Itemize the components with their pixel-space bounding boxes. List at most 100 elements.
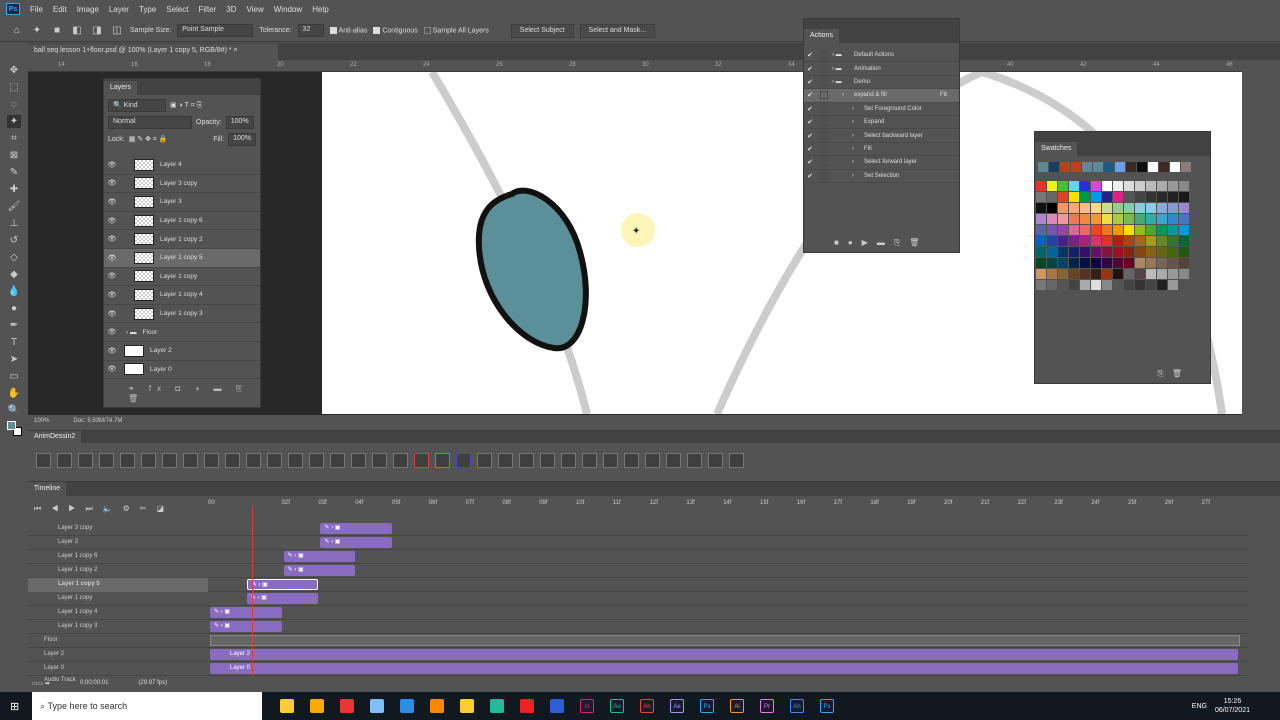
timeline-track[interactable]: Layer 0 Layer 0 xyxy=(28,662,1248,676)
document-tab[interactable]: ball seq lesson 1+floor.psd @ 100% (Laye… xyxy=(28,44,278,60)
hand-tool-icon[interactable]: ✋ xyxy=(7,387,21,400)
layer-clip[interactable]: ✎ › ▣ xyxy=(320,537,392,548)
swatch[interactable] xyxy=(1124,236,1134,246)
layer-row[interactable]: 👁 Layer 1 copy xyxy=(104,268,260,287)
swatch[interactable] xyxy=(1113,280,1123,290)
swatch[interactable] xyxy=(1058,236,1068,246)
lasso-tool-icon[interactable]: ◌ xyxy=(7,98,21,111)
swatch[interactable] xyxy=(1113,225,1123,235)
swatch[interactable] xyxy=(1069,214,1079,224)
pen-tool-icon[interactable]: ✒ xyxy=(7,319,21,332)
swatches-tab[interactable]: Swatches xyxy=(1035,142,1078,156)
swatch[interactable] xyxy=(1146,280,1156,290)
action-item[interactable]: ✔ › Set Foreground Color xyxy=(804,103,959,116)
swatch[interactable] xyxy=(1080,181,1090,191)
intersect-selection-icon[interactable]: ◫ xyxy=(110,24,124,37)
swatch[interactable] xyxy=(1058,258,1068,268)
swatch[interactable] xyxy=(1124,192,1134,202)
swatch[interactable] xyxy=(1168,181,1178,191)
animdessin-button[interactable] xyxy=(414,453,429,468)
swatch[interactable] xyxy=(1069,225,1079,235)
swatch[interactable] xyxy=(1135,214,1145,224)
swatch[interactable] xyxy=(1091,258,1101,268)
add-selection-icon[interactable]: ◧ xyxy=(70,24,84,37)
swatch[interactable] xyxy=(1113,181,1123,191)
animdessin-button[interactable] xyxy=(288,453,303,468)
sticky-app-icon[interactable] xyxy=(280,699,294,713)
swatch[interactable] xyxy=(1091,192,1101,202)
chevron-icon[interactable]: › xyxy=(852,146,864,152)
color-swatches[interactable] xyxy=(7,421,22,437)
action-item[interactable]: ✔ › Fill xyxy=(804,143,959,157)
swatch[interactable] xyxy=(1069,181,1079,191)
swatch[interactable] xyxy=(1168,247,1178,257)
swatch[interactable] xyxy=(1179,258,1189,268)
dialog-toggle[interactable] xyxy=(820,144,828,153)
check-icon[interactable]: ✔ xyxy=(804,118,816,126)
swatch[interactable] xyxy=(1135,236,1145,246)
swatch[interactable] xyxy=(1080,236,1090,246)
swatch[interactable] xyxy=(1157,236,1167,246)
swatch[interactable] xyxy=(1069,258,1079,268)
check-icon[interactable]: ✔ xyxy=(804,105,816,113)
layer-row[interactable]: 👁 › ▬ Floor xyxy=(104,323,260,342)
foreground-color[interactable] xyxy=(7,421,16,430)
swatch[interactable] xyxy=(1157,214,1167,224)
swatch[interactable] xyxy=(1157,203,1167,213)
swatch[interactable] xyxy=(1135,258,1145,268)
animdessin-button[interactable] xyxy=(351,453,366,468)
animdessin-button[interactable] xyxy=(141,453,156,468)
app-icon-pr[interactable]: Pr xyxy=(760,699,774,713)
animdessin-button[interactable] xyxy=(57,453,72,468)
swatch[interactable] xyxy=(1058,269,1068,279)
animdessin-button[interactable] xyxy=(225,453,240,468)
move-tool-icon[interactable]: ✥ xyxy=(7,64,21,77)
swatch[interactable] xyxy=(1069,280,1079,290)
swatch[interactable] xyxy=(1168,280,1178,290)
swatch[interactable] xyxy=(1146,214,1156,224)
swatch[interactable] xyxy=(1047,203,1057,213)
timeline-track[interactable]: Layer 1 copy 2 ✎ › ▣ xyxy=(28,564,1248,578)
swatch[interactable] xyxy=(1146,225,1156,235)
swatch[interactable] xyxy=(1091,181,1101,191)
swatch[interactable] xyxy=(1069,192,1079,202)
app-icon-au[interactable]: Au xyxy=(610,699,624,713)
swatch[interactable] xyxy=(1159,162,1169,172)
visibility-eye-icon[interactable]: 👁 xyxy=(104,179,120,187)
swatch[interactable] xyxy=(1135,225,1145,235)
swatch[interactable] xyxy=(1091,225,1101,235)
swatch[interactable] xyxy=(1181,162,1191,172)
zoom-level[interactable]: 100% xyxy=(34,418,49,424)
swatch[interactable] xyxy=(1157,247,1167,257)
layer-clip[interactable]: ✎ › ▣ xyxy=(246,593,319,604)
layer-clip[interactable]: ✎ › ▣ xyxy=(210,621,282,632)
crop-tool-icon[interactable]: ⌗ xyxy=(7,132,21,145)
layer-row[interactable]: 👁 Layer 4 xyxy=(104,156,260,175)
swatch[interactable] xyxy=(1124,280,1134,290)
timeline-track[interactable]: Layer 3 copy ✎ › ▣ xyxy=(28,522,1248,536)
action-controls[interactable]: ■●▶▬⎘🗑 xyxy=(834,238,928,248)
dialog-toggle[interactable] xyxy=(820,51,828,60)
animdessin-button[interactable] xyxy=(561,453,576,468)
brush-tool-icon[interactable]: 🖌 xyxy=(7,200,21,213)
swatch[interactable] xyxy=(1146,269,1156,279)
swatch[interactable] xyxy=(1102,192,1112,202)
menu-help[interactable]: Help xyxy=(312,5,328,14)
select-and-mask-button[interactable]: Select and Mask... xyxy=(579,23,656,38)
display-app-icon[interactable] xyxy=(370,699,384,713)
menu-image[interactable]: Image xyxy=(77,5,99,14)
animdessin-button[interactable] xyxy=(624,453,639,468)
swatch[interactable] xyxy=(1113,203,1123,213)
swatch[interactable] xyxy=(1168,269,1178,279)
layer-clip[interactable]: ✎ › ▣ xyxy=(283,551,356,562)
animdessin-button[interactable] xyxy=(477,453,492,468)
dialog-toggle[interactable] xyxy=(820,131,828,140)
layer-clip[interactable]: ✎ › ▣ xyxy=(320,523,392,534)
menu-filter[interactable]: Filter xyxy=(199,5,217,14)
magic-wand-tool-icon[interactable]: ✦ xyxy=(7,115,21,128)
swatch[interactable] xyxy=(1135,181,1145,191)
subtract-selection-icon[interactable]: ◨ xyxy=(90,24,104,37)
check-icon[interactable]: ✔ xyxy=(804,78,816,86)
swatch[interactable] xyxy=(1157,192,1167,202)
swatch[interactable] xyxy=(1146,258,1156,268)
